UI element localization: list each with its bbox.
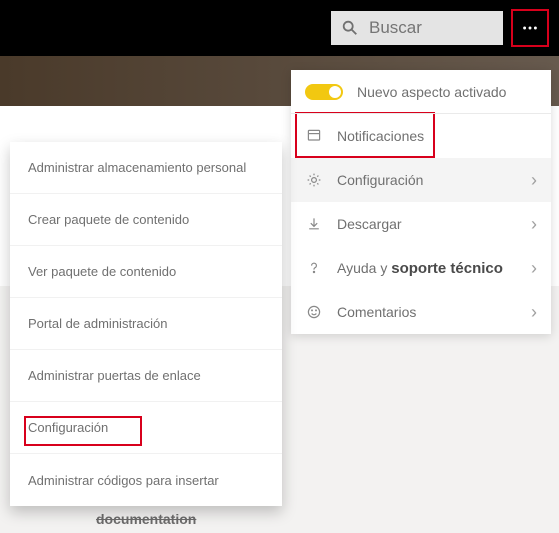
search-box[interactable] [331,11,503,45]
toggle-label: Nuevo aspecto activado [357,84,537,100]
notifications-item[interactable]: Notificaciones [291,114,551,158]
feedback-item[interactable]: Comentarios › [291,290,551,334]
chevron-right-icon: › [531,214,537,235]
submenu-settings[interactable]: Configuración [10,402,282,454]
search-icon [341,19,359,37]
help-strong: soporte técnico [391,260,503,277]
search-input[interactable] [369,18,469,38]
notification-icon [305,127,323,145]
submenu-manage-gateways[interactable]: Administrar puertas de enlace [10,350,282,402]
submenu-view-content-pack[interactable]: Ver paquete de contenido [10,246,282,298]
chevron-right-icon: › [531,302,537,323]
menu-label: Crear paquete de contenido [28,212,189,227]
menu-label: Administrar códigos para insertar [28,473,219,488]
menu-label-wrap: Configuración [28,420,108,435]
help-icon [305,259,323,277]
submenu-admin-portal[interactable]: Portal de administración [10,298,282,350]
download-item[interactable]: Descargar › [291,202,551,246]
menu-label: Ayuda y soporte técnico [337,260,517,277]
submenu-create-content-pack[interactable]: Crear paquete de contenido [10,194,282,246]
submenu-manage-storage[interactable]: Administrar almacenamiento personal [10,142,282,194]
ellipsis-icon [521,19,539,37]
settings-dropdown: Nuevo aspecto activado Notificaciones Co… [291,70,551,334]
menu-label: Administrar puertas de enlace [28,368,201,383]
menu-label: Portal de administración [28,316,167,331]
menu-label: Comentarios [337,304,517,320]
chevron-right-icon: › [531,170,537,191]
menu-label: Configuración [28,420,108,435]
menu-label: Configuración [337,172,517,188]
top-bar [0,0,559,56]
menu-label: Administrar almacenamiento personal [28,160,246,175]
background-text-fragment: documentation [96,511,196,527]
feedback-icon [305,303,323,321]
menu-label: Ver paquete de contenido [28,264,176,279]
help-item[interactable]: Ayuda y soporte técnico › [291,246,551,290]
gear-icon [305,171,323,189]
menu-label: Notificaciones [337,128,537,144]
chevron-right-icon: › [531,258,537,279]
settings-item[interactable]: Configuración › [291,158,551,202]
toggle-switch-on[interactable] [305,84,343,100]
settings-submenu: Administrar almacenamiento personal Crea… [10,142,282,506]
submenu-manage-embed-codes[interactable]: Administrar códigos para insertar [10,454,282,506]
more-options-button[interactable] [511,9,549,47]
menu-label: Descargar [337,216,517,232]
download-icon [305,215,323,233]
help-prefix: Ayuda y [337,260,391,276]
new-look-toggle-row[interactable]: Nuevo aspecto activado [291,70,551,114]
